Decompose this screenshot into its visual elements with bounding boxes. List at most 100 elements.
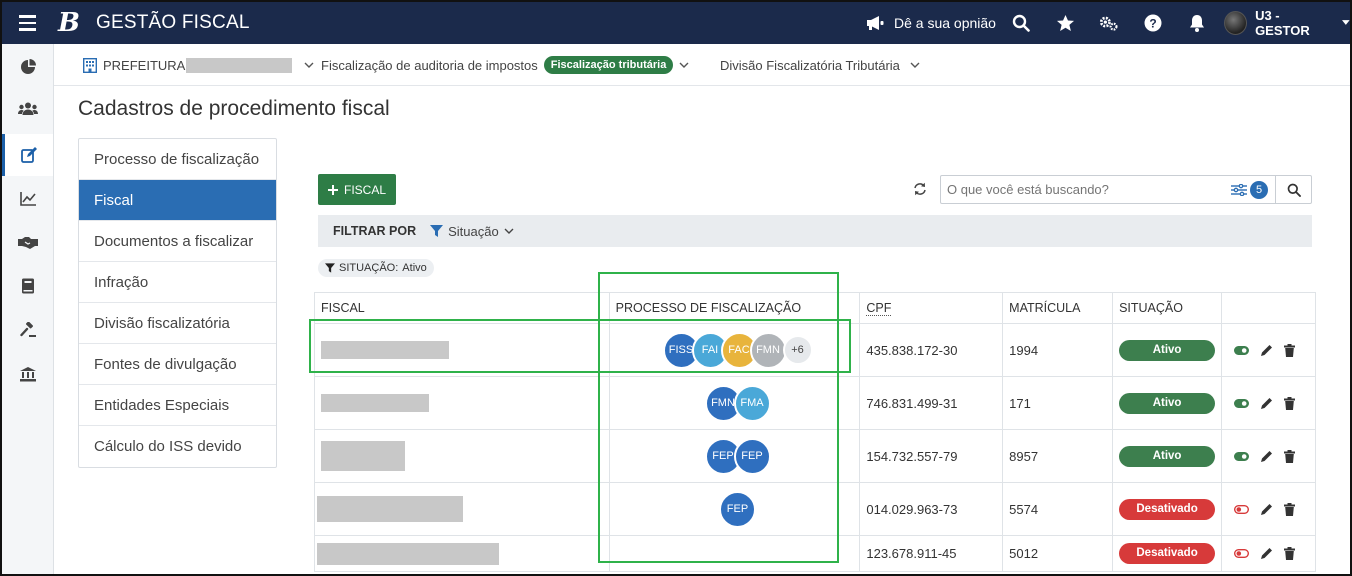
process-selector[interactable]: Fiscalização de auditoria de impostos Fi…: [321, 44, 689, 86]
nav-documents[interactable]: [2, 265, 53, 307]
filter-count-badge: 5: [1250, 180, 1268, 199]
pie-chart-icon: [20, 59, 36, 74]
table-row[interactable]: FEP 014.029.963-73 5574 Desativado: [314, 482, 1316, 536]
table-row[interactable]: FMN FMA 746.831.499-31 171 Ativo: [314, 376, 1316, 430]
toggle-off-icon[interactable]: [1234, 549, 1250, 558]
table-row[interactable]: FEP FEP 154.732.557-79 8957 Ativo: [314, 429, 1316, 483]
col-processo[interactable]: PROCESSO DE FISCALIZAÇÃO: [608, 292, 861, 324]
hamburger-menu-icon[interactable]: [16, 2, 38, 44]
trash-icon[interactable]: [1284, 502, 1296, 516]
toggle-off-icon[interactable]: [1234, 504, 1250, 514]
menu-item-fiscal[interactable]: Fiscal: [79, 180, 276, 221]
division-selector[interactable]: Divisão Fiscalizatória Tributária: [720, 44, 920, 86]
trash-icon[interactable]: [1284, 396, 1296, 410]
cell-actions: [1221, 376, 1316, 430]
filter-bar: FILTRAR POR Situação: [318, 215, 1312, 247]
menu-item-fontes[interactable]: Fontes de divulgação: [79, 344, 276, 385]
nav-reports[interactable]: [2, 178, 53, 220]
nav-registrations[interactable]: [2, 134, 53, 176]
nav-institution[interactable]: [2, 353, 53, 395]
chevron-down-icon: [679, 62, 689, 68]
menu-item-divisao[interactable]: Divisão fiscalizatória: [79, 303, 276, 344]
caret-down-icon: [1342, 20, 1350, 25]
search-input[interactable]: [941, 176, 1231, 203]
page-title: Cadastros de procedimento fiscal: [78, 97, 390, 120]
nav-agreements[interactable]: [2, 222, 53, 264]
fiscal-name-redacted: [317, 542, 499, 565]
add-fiscal-button[interactable]: FISCAL: [318, 174, 396, 205]
chip-value: Ativo: [402, 262, 427, 274]
col-matricula[interactable]: MATRÍCULA: [1002, 292, 1114, 324]
col-cpf-label: CPF: [866, 301, 892, 316]
pencil-icon[interactable]: [1260, 547, 1273, 560]
cell-fiscal: [314, 429, 610, 483]
menu-item-calculo-iss[interactable]: Cálculo do ISS devido: [79, 426, 276, 467]
trash-icon[interactable]: [1284, 547, 1296, 560]
col-situacao[interactable]: SITUAÇÃO: [1112, 292, 1223, 324]
chip-key: SITUAÇÃO:: [339, 262, 399, 274]
feedback-button[interactable]: Dê a sua opnião: [866, 2, 996, 44]
trash-icon[interactable]: [1284, 343, 1296, 357]
menu-item-documentos[interactable]: Documentos a fiscalizar: [79, 221, 276, 262]
process-avatar[interactable]: FEP: [719, 490, 756, 528]
cell-processos: FEP FEP: [608, 429, 861, 483]
nav-users[interactable]: [2, 88, 53, 130]
pencil-icon[interactable]: [1260, 344, 1273, 357]
star-icon[interactable]: [1055, 2, 1075, 44]
process-avatar[interactable]: FMA: [733, 384, 771, 422]
user-menu[interactable]: U3 - GESTOR: [1224, 2, 1350, 44]
megaphone-icon: [867, 16, 884, 30]
trash-icon[interactable]: [1284, 449, 1296, 463]
col-fiscal[interactable]: FISCAL: [314, 292, 610, 324]
more-processes-badge[interactable]: +6: [782, 335, 813, 365]
notifications-bell-icon[interactable]: [1187, 2, 1207, 44]
table-header-row: FISCAL PROCESSO DE FISCALIZAÇÃO CPF MATR…: [314, 292, 1316, 324]
cell-cpf: 123.678.911-45: [859, 535, 1004, 572]
search-icon[interactable]: [1011, 2, 1031, 44]
cell-fiscal: [314, 323, 610, 377]
left-nav: [2, 44, 54, 574]
app-window: B GESTÃO FISCAL Dê a sua opnião ? U3 - G…: [0, 0, 1352, 576]
cell-fiscal: [314, 535, 610, 572]
line-chart-icon: [19, 192, 36, 206]
fiscal-table: FISCAL PROCESSO DE FISCALIZAÇÃO CPF MATR…: [314, 292, 1316, 572]
cell-cpf: 014.029.963-73: [859, 482, 1004, 536]
cell-actions: [1221, 429, 1316, 483]
pencil-icon[interactable]: [1260, 503, 1273, 516]
menu-item-entidades[interactable]: Entidades Especiais: [79, 385, 276, 426]
sliders-icon: [1231, 183, 1247, 196]
funnel-icon: [325, 263, 335, 273]
cell-fiscal: [314, 376, 610, 430]
toggle-on-icon[interactable]: [1234, 345, 1250, 355]
filter-toggle[interactable]: 5: [1231, 176, 1275, 203]
toggle-on-icon[interactable]: [1234, 451, 1250, 461]
nav-legal[interactable]: [2, 309, 53, 351]
cell-situacao: Ativo: [1112, 376, 1223, 430]
status-badge: Ativo: [1119, 392, 1216, 414]
nav-dashboard[interactable]: [2, 46, 53, 88]
table-row[interactable]: 123.678.911-45 5012 Desativado: [314, 535, 1316, 572]
cell-actions: [1221, 323, 1316, 377]
search-box: 5: [940, 175, 1312, 204]
col-cpf[interactable]: CPF: [859, 292, 1004, 324]
pencil-icon[interactable]: [1260, 450, 1273, 463]
refresh-icon[interactable]: [911, 180, 929, 198]
menu-item-infracao[interactable]: Infração: [79, 262, 276, 303]
help-icon[interactable]: ?: [1143, 2, 1163, 44]
entity-selector[interactable]: PREFEITURA: [83, 44, 314, 86]
filter-field-label: Situação: [448, 223, 499, 239]
search-button[interactable]: [1275, 176, 1311, 203]
settings-gears-icon[interactable]: [1099, 2, 1119, 44]
toggle-on-icon[interactable]: [1234, 398, 1250, 408]
status-badge: Ativo: [1119, 445, 1216, 467]
menu-item-processo[interactable]: Processo de fiscalização: [79, 139, 276, 180]
cell-processos: FISS FAI FAC FMN +6: [608, 323, 861, 377]
process-avatar[interactable]: FEP: [733, 437, 771, 475]
table-row[interactable]: FISS FAI FAC FMN +6 435.838.172-30 1994 Ativo: [314, 323, 1316, 377]
active-filter-chip[interactable]: SITUAÇÃO: Ativo: [318, 259, 434, 277]
cell-matricula: 8957: [1002, 429, 1114, 483]
process-avatar[interactable]: FMN: [749, 331, 787, 369]
pencil-icon[interactable]: [1260, 397, 1273, 410]
fiscal-name-redacted: [321, 441, 405, 471]
filter-situacao-dropdown[interactable]: Situação: [430, 224, 514, 239]
